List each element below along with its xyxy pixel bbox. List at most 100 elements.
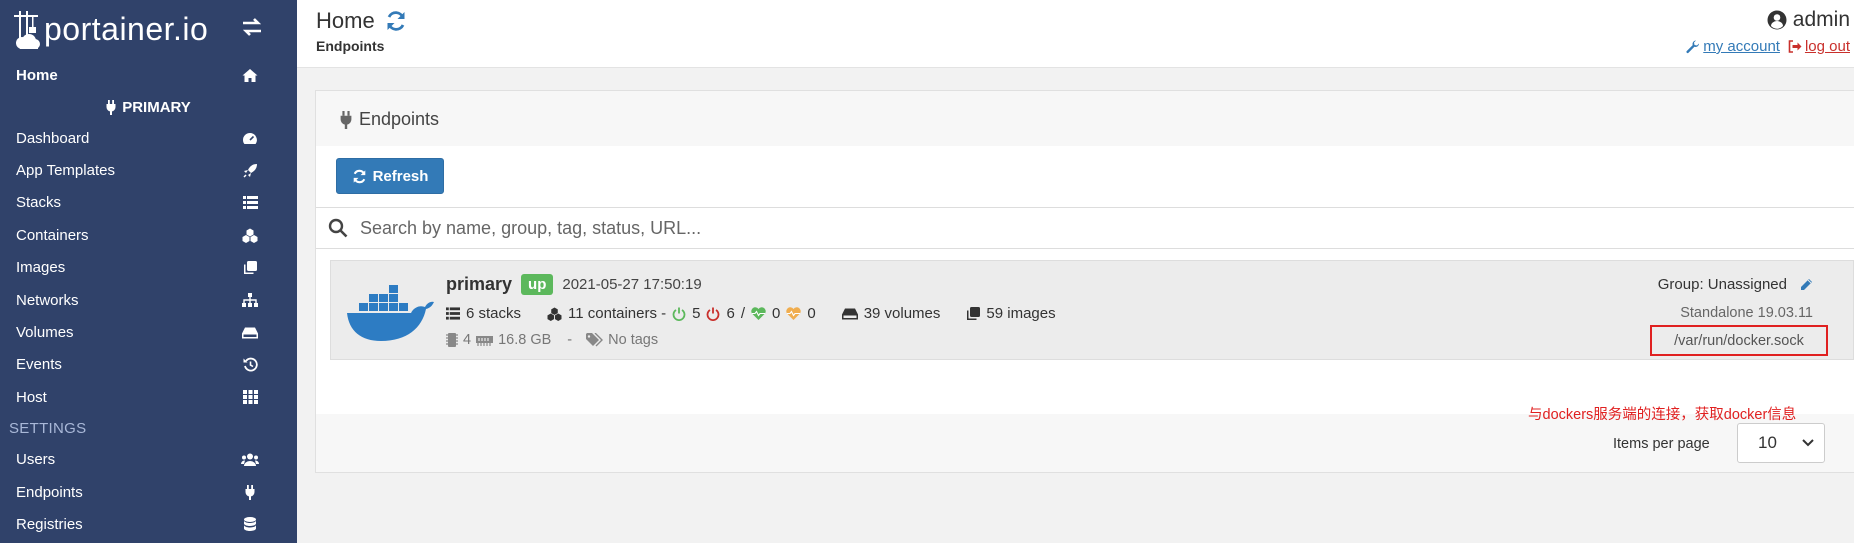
search-bar [316,207,1854,249]
sidebar-item-label: Home [16,66,58,84]
endpoint-name-row: primary up 2021-05-27 17:50:19 [446,274,702,295]
hdd-icon [841,308,858,319]
page-title: Home [316,8,407,34]
sidebar-item-label: Networks [16,291,79,309]
sidebar-item-users[interactable]: Users [0,444,297,476]
annotation-note: 与dockers服务端的连接，获取docker信息 [1528,407,1797,423]
clone-icon [241,259,259,277]
sidebar-item-dashboard[interactable]: Dashboard [0,122,297,154]
plug-icon [241,483,259,501]
search-input[interactable] [360,217,1260,239]
cubes-icon [547,306,562,321]
power-on-icon [672,307,686,321]
sidebar-item-label: Events [16,356,62,374]
sidebar-endpoint-title: PRIMARY [0,92,297,122]
endpoint-card[interactable]: primary up 2021-05-27 17:50:19 6 stacks … [330,260,1854,360]
history-icon [241,356,259,374]
containers-count: 11 containers - [568,305,667,322]
user-links: my account log out [1686,38,1850,55]
username: admin [1792,8,1850,31]
sidebar-item-host[interactable]: Host [0,381,297,413]
sidebar-item-label: Volumes [16,324,74,342]
sidebar-item-app-templates[interactable]: App Templates [0,154,297,186]
plug-icon [340,110,352,129]
healthy-count: 0 [772,305,781,322]
hdd-icon [241,324,259,342]
power-off-icon [707,307,720,321]
widget-body: Refresh primary up 2021-05-27 17:50:19 [316,146,1854,414]
images-count: 59 images [986,305,1056,322]
wrench-icon [1686,40,1700,53]
user-info: admin [1767,8,1850,32]
heartbeat-icon [751,307,766,320]
sidebar-item-containers[interactable]: Containers [0,219,297,251]
breadcrumb: Endpoints [316,38,385,54]
endpoint-meta: 4 16.8 GB - No tags [446,332,658,348]
swap-icon[interactable] [241,16,263,38]
sitemap-icon [241,291,259,309]
endpoint-stats: 6 stacks 11 containers - 5 6 / 0 0 39 vo… [446,305,1056,322]
sidebar-item-label: Endpoints [16,483,83,501]
items-per-page-select[interactable]: 10 [1737,423,1825,463]
brand: portainer.io [0,0,297,58]
portainer-logo[interactable]: portainer.io [14,7,208,51]
log-out-link[interactable]: log out [1788,38,1850,55]
sidebar-item-label: Host [16,388,47,406]
list-icon [446,307,460,320]
stopped-count: 6 [726,305,735,322]
users-icon [241,451,259,469]
tags-icon [586,333,604,347]
sidebar-item-label: App Templates [16,162,115,180]
clone-icon [967,306,981,320]
home-icon [241,66,259,84]
sidebar-item-networks[interactable]: Networks [0,284,297,316]
status-badge: up [521,274,554,295]
microchip-icon [446,333,458,347]
endpoint-version: Standalone 19.03.11 [1680,305,1813,321]
refresh-icon [353,169,365,183]
running-count: 5 [692,305,701,322]
endpoint-date: 2021-05-27 17:50:19 [562,276,702,293]
sidebar-item-label: Images [16,259,66,277]
database-icon [241,515,259,533]
my-account-link[interactable]: my account [1686,38,1780,55]
cubes-icon [241,226,259,244]
meta-separator: - [567,332,573,348]
sidebar-item-registries[interactable]: Registries [0,508,297,540]
search-icon [328,218,348,238]
endpoint-name: primary [446,274,513,294]
sidebar-item-images[interactable]: Images [0,252,297,284]
docker-logo-icon [347,285,434,341]
separator: / [740,305,745,322]
tags-text: No tags [608,332,659,348]
pencil-icon[interactable] [1799,278,1813,292]
sidebar: portainer.io Home PRIMARY Dashboard App … [0,0,297,543]
endpoint-url: /var/run/docker.sock [1650,325,1828,356]
refresh-icon[interactable] [385,10,407,32]
sidebar-item-stacks[interactable]: Stacks [0,187,297,219]
portainer-crane-icon [14,11,40,49]
sidebar-item-label: Registries [16,515,83,533]
memory-size: 16.8 GB [498,332,552,348]
sidebar-settings-title: SETTINGS [9,420,87,438]
volumes-count: 39 volumes [863,305,941,322]
sidebar-item-volumes[interactable]: Volumes [0,316,297,348]
unhealthy-count: 0 [807,305,816,322]
user-circle-icon [1767,10,1787,30]
sidebar-item-label: Stacks [16,194,62,212]
memory-icon [476,335,494,346]
plug-icon [106,99,116,115]
widget-title: Endpoints [340,109,439,130]
rocket-icon [241,162,259,180]
page-header: Home Endpoints admin my account log out [297,0,1854,68]
sign-out-icon [1788,40,1802,53]
sidebar-item-label: Users [16,451,56,469]
sidebar-item-endpoints[interactable]: Endpoints [0,476,297,508]
refresh-button[interactable]: Refresh [336,158,444,194]
items-per-page-label: Items per page [1613,436,1710,452]
sidebar-item-home[interactable]: Home [0,58,297,92]
sidebar-item-events[interactable]: Events [0,349,297,381]
sidebar-item-label: Containers [16,226,89,244]
tachometer-icon [241,129,259,147]
brand-name: portainer.io [44,10,209,47]
